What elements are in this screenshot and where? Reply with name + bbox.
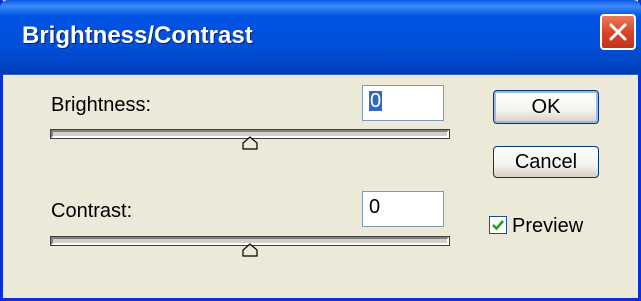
brightness-input[interactable]: 0 — [362, 85, 444, 121]
close-icon — [609, 23, 627, 41]
dialog-title: Brightness/Contrast — [22, 22, 253, 49]
brightness-value: 0 — [369, 90, 383, 112]
contrast-value: 0 — [369, 196, 381, 218]
ok-button[interactable]: OK — [493, 90, 599, 124]
preview-checkbox[interactable] — [489, 216, 507, 234]
brightness-label: Brightness: — [51, 94, 152, 116]
contrast-slider-thumb[interactable] — [242, 243, 258, 257]
close-button[interactable] — [600, 14, 636, 50]
brightness-slider-thumb[interactable] — [242, 136, 258, 150]
dialog-body: Brightness: 0 Contrast: 0 OK Cancel Prev… — [3, 74, 638, 298]
preview-label[interactable]: Preview — [512, 215, 583, 238]
contrast-label: Contrast: — [51, 200, 133, 222]
contrast-input[interactable]: 0 — [362, 191, 444, 227]
brightness-contrast-dialog: Brightness/Contrast Brightness: 0 Contra… — [0, 0, 641, 301]
checkmark-icon — [492, 220, 504, 231]
cancel-button[interactable]: Cancel — [493, 146, 599, 178]
title-bar[interactable]: Brightness/Contrast — [0, 0, 641, 74]
